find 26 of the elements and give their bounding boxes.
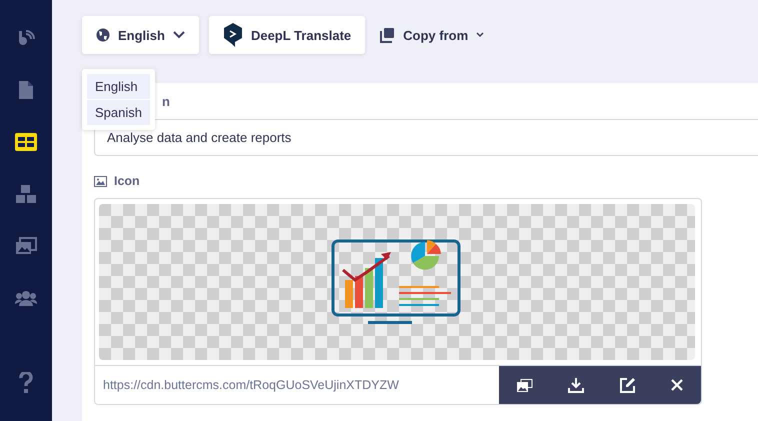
language-option[interactable]: Spanish bbox=[87, 100, 150, 125]
users-icon bbox=[15, 290, 37, 306]
deepl-translate-button[interactable]: DeepL Translate bbox=[208, 16, 366, 54]
chevron-down-icon bbox=[172, 31, 185, 39]
help-icon bbox=[19, 372, 33, 394]
url-field[interactable]: https://cdn.buttercms.com/tRoqGUoSVeUjinXTDYZW bbox=[95, 366, 499, 404]
images-icon bbox=[15, 237, 37, 255]
copy-from-button[interactable]: Copy from bbox=[375, 27, 488, 43]
edit-icon bbox=[620, 377, 636, 393]
field-label: n bbox=[162, 94, 170, 108]
text-field[interactable]: Analyse data and create reports bbox=[94, 119, 758, 156]
field-label: Icon bbox=[114, 174, 140, 188]
close-icon bbox=[671, 379, 684, 391]
copy-icon bbox=[379, 27, 396, 43]
image-icon bbox=[94, 176, 107, 186]
deepl-logo-icon bbox=[222, 23, 243, 47]
grid-icon bbox=[15, 133, 37, 151]
images-icon bbox=[516, 378, 533, 392]
document-icon bbox=[18, 80, 34, 100]
caret-icon bbox=[476, 32, 484, 38]
language-option[interactable]: English bbox=[87, 74, 150, 99]
language-dropdown[interactable]: English bbox=[82, 16, 199, 54]
download-icon bbox=[568, 377, 584, 393]
cubes-icon bbox=[15, 184, 37, 204]
globe-icon bbox=[96, 28, 110, 42]
signal-icon bbox=[16, 28, 36, 48]
